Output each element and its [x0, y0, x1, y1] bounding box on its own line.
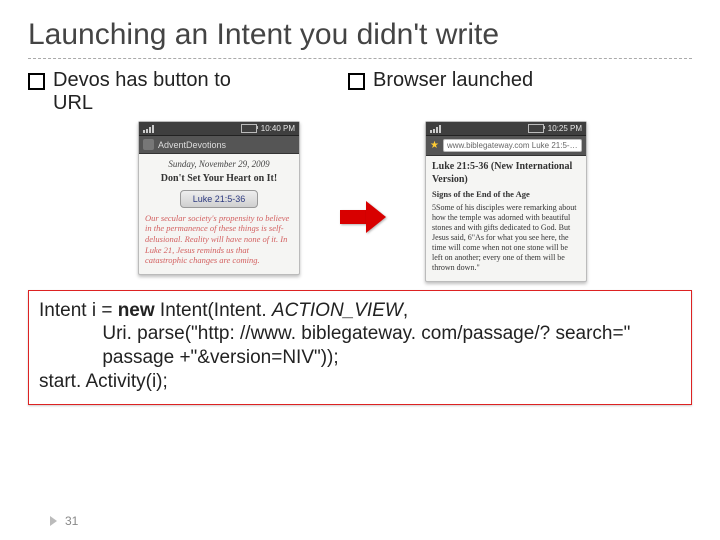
browser-content: Luke 21:5-36 (New International Version)…	[426, 156, 586, 281]
bullet-right-text: Browser launched	[373, 69, 533, 92]
battery-icon	[241, 124, 257, 133]
phone-devos: 10:40 PM AdventDevotions Sunday, Novembe…	[138, 121, 300, 275]
devo-body: Our secular society's propensity to beli…	[145, 213, 293, 266]
browser-toolbar: ★ www.biblegateway.com Luke 21:5-36 - …	[426, 136, 586, 156]
slide-title: Launching an Intent you didn't write	[28, 18, 692, 59]
phone-browser: 10:25 PM ★ www.biblegateway.com Luke 21:…	[425, 121, 587, 282]
bullet-marker-icon	[348, 73, 365, 90]
app-title: AdventDevotions	[158, 140, 226, 150]
url-bar[interactable]: www.biblegateway.com Luke 21:5-36 - …	[443, 139, 582, 152]
phones-row: 10:40 PM AdventDevotions Sunday, Novembe…	[138, 121, 692, 282]
devo-content: Sunday, November 29, 2009 Don't Set Your…	[139, 154, 299, 274]
section-heading: Signs of the End of the Age	[432, 189, 580, 200]
battery-icon	[528, 124, 544, 133]
bullet-left-text: Devos has button to URL	[53, 69, 231, 115]
page-number: 31	[50, 514, 78, 528]
arrow-right-icon	[340, 201, 385, 233]
passage-button[interactable]: Luke 21:5-36	[180, 190, 259, 208]
bullet-right: Browser launched	[348, 69, 618, 115]
app-icon	[143, 139, 154, 150]
devo-headline: Don't Set Your Heart on It!	[145, 173, 293, 186]
code-box: Intent i = new Intent(Intent. ACTION_VIE…	[28, 290, 692, 405]
passage-title: Luke 21:5-36 (New International Version)	[432, 161, 580, 186]
devo-date: Sunday, November 29, 2009	[145, 159, 293, 170]
signal-icon	[143, 125, 154, 133]
slide: Launching an Intent you didn't write Dev…	[0, 0, 720, 540]
bullet-row: Devos has button to URL Browser launched	[28, 69, 692, 115]
verse-text: 5Some of his disciples were remarking ab…	[432, 203, 580, 273]
page-marker-icon	[50, 516, 57, 526]
statusbar-time: 10:40 PM	[261, 124, 295, 133]
statusbar-time: 10:25 PM	[548, 124, 582, 133]
status-bar: 10:25 PM	[426, 122, 586, 136]
bullet-marker-icon	[28, 73, 45, 90]
app-header: AdventDevotions	[139, 136, 299, 154]
favorite-icon[interactable]: ★	[430, 140, 439, 151]
bullet-left: Devos has button to URL	[28, 69, 298, 115]
signal-icon	[430, 125, 441, 133]
status-bar: 10:40 PM	[139, 122, 299, 136]
